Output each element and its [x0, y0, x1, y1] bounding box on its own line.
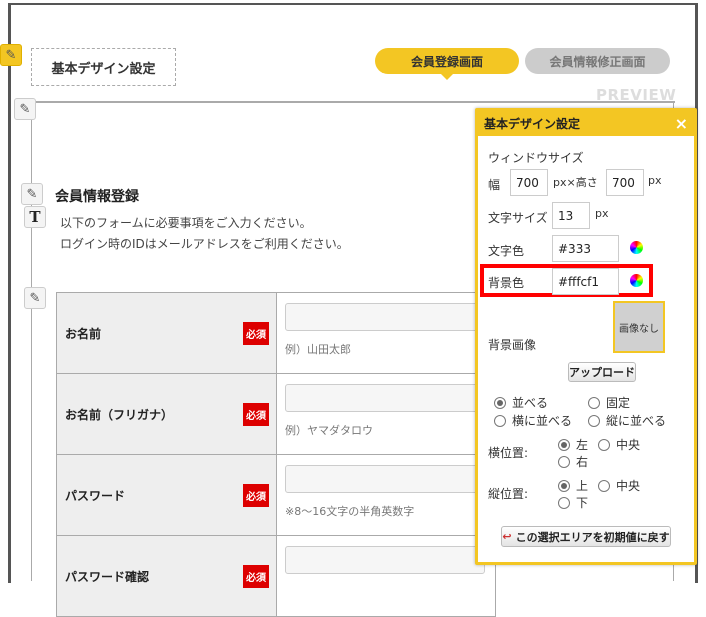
required-badge: 必須: [243, 403, 269, 426]
required-badge: 必須: [243, 484, 269, 507]
radio-fixed[interactable]: 固定: [588, 394, 630, 411]
bg-image-preview[interactable]: 画像なし: [613, 301, 665, 353]
divider: [32, 101, 675, 103]
radio-repeat-y[interactable]: 縦に並べる: [588, 412, 666, 429]
text-color-label: 文字色: [488, 244, 525, 258]
radio-v-top[interactable]: 上: [558, 477, 588, 494]
password-input[interactable]: [285, 465, 485, 493]
field-hint: 例）ヤマダタロウ: [285, 424, 373, 437]
px-unit: px: [595, 207, 609, 220]
field-hint: 例）山田太郎: [285, 343, 351, 356]
upload-button[interactable]: アップロード: [568, 362, 636, 382]
form-description: 以下のフォームに必要事項をご入力ください。: [60, 216, 312, 230]
window-size-label: ウィンドウサイズ: [488, 151, 584, 165]
text-color-input[interactable]: #333: [552, 235, 619, 262]
font-size-label: 文字サイズ: [488, 211, 548, 225]
radio-h-left[interactable]: 左: [558, 436, 588, 453]
reset-button[interactable]: ↩ この選択エリアを初期値に戻す: [501, 526, 671, 547]
panel-title: 基本デザイン設定: [484, 117, 581, 131]
furigana-input[interactable]: [285, 384, 485, 412]
bg-color-input[interactable]: #fffcf1: [552, 268, 619, 295]
radio-h-right[interactable]: 右: [558, 453, 588, 470]
edit-pencil-icon[interactable]: ✎: [21, 183, 43, 205]
radio-v-center[interactable]: 中央: [598, 477, 640, 494]
name-input[interactable]: [285, 303, 485, 331]
required-badge: 必須: [243, 565, 269, 588]
radio-repeat[interactable]: 並べる: [494, 394, 548, 411]
radio-repeat-x[interactable]: 横に並べる: [494, 412, 572, 429]
field-label: パスワード確認: [65, 569, 150, 584]
close-icon[interactable]: ×: [675, 114, 688, 133]
edit-pencil-icon[interactable]: ✎: [0, 44, 22, 66]
bg-image-label: 背景画像: [488, 338, 537, 352]
px-height-label: px×高さ: [553, 176, 598, 189]
radio-v-bottom[interactable]: 下: [558, 494, 588, 511]
edit-pencil-icon[interactable]: ✎: [14, 98, 36, 120]
table-row: お名前（フリガナ） 必須例）ヤマダタロウ: [56, 373, 496, 455]
height-input[interactable]: 700: [606, 169, 644, 196]
undo-arrow-icon: ↩: [502, 530, 512, 543]
required-badge: 必須: [243, 322, 269, 345]
tab-member-registration[interactable]: 会員登録画面: [375, 48, 519, 80]
width-input[interactable]: 700: [510, 169, 548, 196]
v-position-label: 縦位置:: [488, 487, 529, 501]
width-label: 幅: [488, 178, 501, 192]
tab-member-edit[interactable]: 会員情報修正画面: [525, 48, 670, 74]
h-position-label: 横位置:: [488, 446, 529, 460]
radio-h-center[interactable]: 中央: [598, 436, 640, 453]
field-hint: ※8～16文字の半角英数字: [285, 505, 415, 518]
divider: [31, 101, 32, 581]
panel-header: 基本デザイン設定 ×: [478, 111, 694, 136]
registration-table: お名前 必須 例）山田太郎 お名前（フリガナ） 必須 例）ヤマダタロウ パスワード 必須 ※…: [56, 292, 496, 617]
table-row: お名前 必須例）山田太郎: [56, 292, 496, 374]
text-icon[interactable]: T: [24, 206, 46, 228]
px-unit: px: [648, 174, 662, 187]
form-title: 会員情報登録: [55, 189, 139, 205]
color-picker-icon[interactable]: [630, 241, 643, 254]
design-settings-panel: 基本デザイン設定 × ウィンドウサイズ 幅 700 px×高さ 700 px 文字…: [475, 108, 697, 565]
table-row: パスワード 必須 ※8～16文字の半角英数字: [56, 454, 496, 536]
table-row: パスワード確認 必須: [56, 535, 496, 617]
field-label: お名前: [65, 326, 102, 341]
field-label: お名前（フリガナ）: [65, 407, 174, 422]
field-label: パスワード: [65, 488, 126, 503]
bg-color-label: 背景色: [488, 276, 525, 290]
font-size-input[interactable]: 13: [552, 202, 590, 229]
basic-design-button[interactable]: 基本デザイン設定: [31, 48, 176, 86]
password-confirm-input[interactable]: [285, 546, 485, 574]
color-picker-icon[interactable]: [630, 274, 643, 287]
edit-pencil-icon[interactable]: ✎: [24, 287, 46, 309]
form-description: ログイン時のIDはメールアドレスをご利用ください。: [60, 237, 349, 251]
